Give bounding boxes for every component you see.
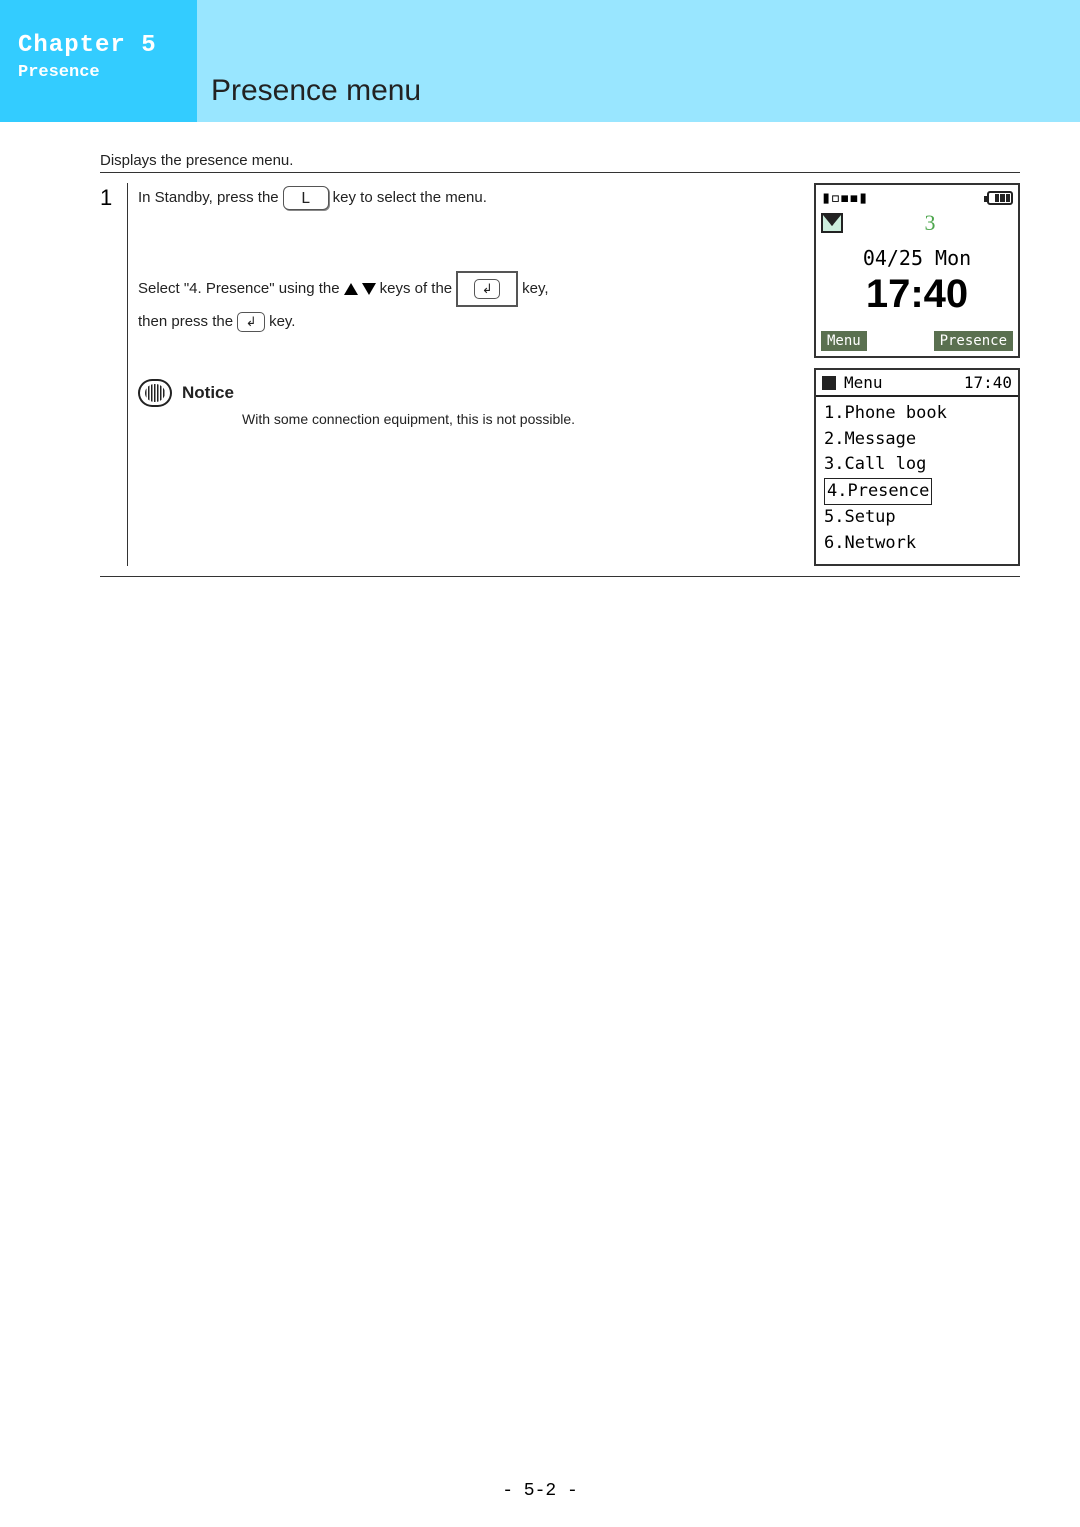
menu-item-calllog[interactable]: 3.Call log — [824, 452, 1012, 478]
step-line-3: then press the ↲ key. — [138, 307, 802, 337]
softkey-menu[interactable]: Menu — [821, 331, 867, 351]
text: In Standby, press the — [138, 183, 279, 213]
menu-title: Menu — [844, 373, 883, 392]
up-arrow-icon — [344, 283, 358, 295]
notice-icon — [138, 379, 172, 407]
title-block: Presence menu — [197, 0, 1080, 122]
nav-key-icon: ↲ — [456, 271, 518, 307]
page-title: Presence menu — [211, 74, 421, 108]
content-area: Displays the presence menu. 1 In Standby… — [100, 152, 1020, 577]
text: then press the — [138, 307, 233, 337]
intro-text: Displays the presence menu. — [100, 152, 1020, 173]
phone-screen-standby: ▮▫▪▪▮ 3 04/25 Mon 17:40 Menu Presence — [814, 183, 1020, 358]
signal-icon: ▮▫▪▪▮ — [821, 188, 867, 208]
enter-key-icon: ↲ — [237, 312, 265, 332]
menu-item-network[interactable]: 6.Network — [824, 531, 1012, 557]
menu-list: 1.Phone book 2.Message 3.Call log 4.Pres… — [816, 397, 1018, 564]
screen-date: 04/25 Mon — [816, 246, 1018, 270]
page-footer: - 5-2 - — [0, 1481, 1080, 1501]
header-banner: Chapter 5 Presence Presence menu — [0, 0, 1080, 122]
menu-item-message[interactable]: 2.Message — [824, 427, 1012, 453]
l-key-icon: L — [283, 186, 329, 210]
step-row: 1 In Standby, press the L key to select … — [100, 173, 1020, 577]
softkey-bar: Menu Presence — [816, 327, 1018, 356]
spacer — [138, 213, 802, 271]
text: key to select the menu. — [333, 183, 487, 213]
chapter-title: Chapter 5 — [18, 32, 197, 59]
softkey-presence[interactable]: Presence — [934, 331, 1013, 351]
menu-item-setup[interactable]: 5.Setup — [824, 505, 1012, 531]
screen-time: 17:40 — [816, 272, 1018, 317]
battery-icon — [987, 191, 1013, 205]
down-arrow-icon — [362, 283, 376, 295]
notice-text: With some connection equipment, this is … — [242, 411, 802, 427]
chapter-subtitle: Presence — [18, 63, 197, 82]
icon-row: 3 — [816, 208, 1018, 238]
envelope-icon — [821, 213, 843, 233]
text: key. — [269, 307, 295, 337]
status-bar: ▮▫▪▪▮ — [816, 185, 1018, 208]
step-line-2: Select "4. Presence" using the keys of t… — [138, 271, 802, 307]
step-line-1: In Standby, press the L key to select th… — [138, 183, 802, 213]
menu-item-presence[interactable]: 4.Presence — [824, 478, 932, 506]
square-icon — [822, 376, 836, 390]
text: Select "4. Presence" using the — [138, 274, 340, 304]
indicator-number: 3 — [847, 210, 1013, 236]
screens-column: ▮▫▪▪▮ 3 04/25 Mon 17:40 Menu Presence — [814, 183, 1020, 566]
text: key, — [522, 274, 548, 304]
text: keys of the — [380, 274, 453, 304]
enter-symbol-icon: ↲ — [474, 279, 500, 299]
chapter-block: Chapter 5 Presence — [0, 0, 197, 122]
menu-clock: 17:40 — [964, 373, 1012, 392]
step-body: In Standby, press the L key to select th… — [128, 183, 814, 566]
step-number: 1 — [100, 183, 128, 566]
notice-label: Notice — [182, 383, 234, 403]
notice-row: Notice — [138, 379, 802, 407]
menu-item-phonebook[interactable]: 1.Phone book — [824, 401, 1012, 427]
menu-title-bar: Menu 17:40 — [816, 370, 1018, 397]
phone-screen-menu: Menu 17:40 1.Phone book 2.Message 3.Call… — [814, 368, 1020, 566]
